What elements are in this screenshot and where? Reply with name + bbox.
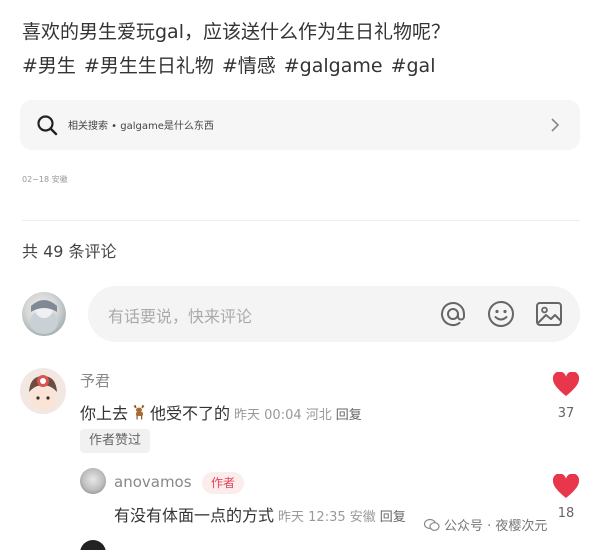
comment-time-location: 昨天 12:35 安徽	[278, 510, 376, 525]
image-icon[interactable]	[534, 299, 564, 329]
related-search-bar[interactable]: 相关搜索 • galgame是什么东西	[20, 100, 580, 150]
tag-link[interactable]: #galgame	[284, 55, 383, 77]
avatar[interactable]	[20, 368, 66, 414]
related-search-text: 相关搜索 • galgame是什么东西	[68, 121, 214, 132]
heart-icon[interactable]	[552, 474, 580, 500]
like-count: 37	[557, 406, 575, 421]
comment-text-part: 有没有体面一点的方式	[114, 506, 275, 525]
reply-button[interactable]: 回复	[336, 408, 362, 423]
comment-text: 你上去 他受不了的 昨天 00:04 河北 回复	[80, 400, 362, 424]
avatar[interactable]	[22, 292, 66, 336]
author-liked-badge: 作者赞过	[80, 429, 150, 453]
post-title: 喜欢的男生爱玩gal，应该送什么作为生日礼物呢？	[22, 21, 450, 43]
avatar[interactable]	[80, 468, 106, 494]
wechat-official-account-icon	[424, 518, 440, 531]
watermark-text: 公众号 · 夜樱次元	[444, 519, 548, 534]
tag-link[interactable]: #男生生日礼物	[84, 55, 214, 77]
avatar-image	[29, 375, 57, 409]
comment-count: 共 49 条评论	[22, 242, 117, 261]
post-tags: #男生 #男生生日礼物 #情感 #galgame #gal	[22, 50, 582, 82]
comment-text: 有没有体面一点的方式 昨天 12:35 安徽 回复	[114, 502, 406, 526]
comment-meta: 昨天 00:04 河北 回复	[234, 408, 362, 423]
at-icon[interactable]	[438, 299, 468, 329]
like-count: 18	[557, 506, 575, 521]
post-meta: 02−18 安徽	[22, 175, 68, 184]
comment-time-location: 昨天 00:04 河北	[234, 408, 332, 423]
reply-button[interactable]: 回复	[380, 510, 406, 525]
watermark: 公众号 · 夜樱次元	[424, 515, 547, 534]
deer-emoji-icon	[133, 404, 145, 420]
chevron-right-icon	[551, 118, 560, 132]
tag-link[interactable]: #情感	[222, 55, 276, 77]
emoji-icon[interactable]	[486, 299, 516, 329]
comment-text-part: 他受不了的	[150, 404, 231, 423]
avatar-image	[30, 300, 58, 334]
heart-icon[interactable]	[552, 372, 580, 398]
comment-text-part: 你上去	[80, 404, 129, 423]
comment-author[interactable]: anovamos	[114, 473, 192, 491]
comment-input[interactable]: 有话要说，快来评论	[88, 286, 580, 342]
comment-meta: 昨天 12:35 安徽 回复	[278, 510, 406, 525]
comment-author[interactable]: 予君	[80, 370, 110, 391]
author-badge: 作者	[202, 472, 244, 494]
tag-link[interactable]: #gal	[391, 55, 436, 77]
search-icon	[37, 115, 58, 136]
divider	[22, 220, 580, 221]
tag-link[interactable]: #男生	[22, 55, 76, 77]
comment-input-placeholder: 有话要说，快来评论	[108, 307, 253, 326]
avatar[interactable]	[80, 540, 106, 550]
